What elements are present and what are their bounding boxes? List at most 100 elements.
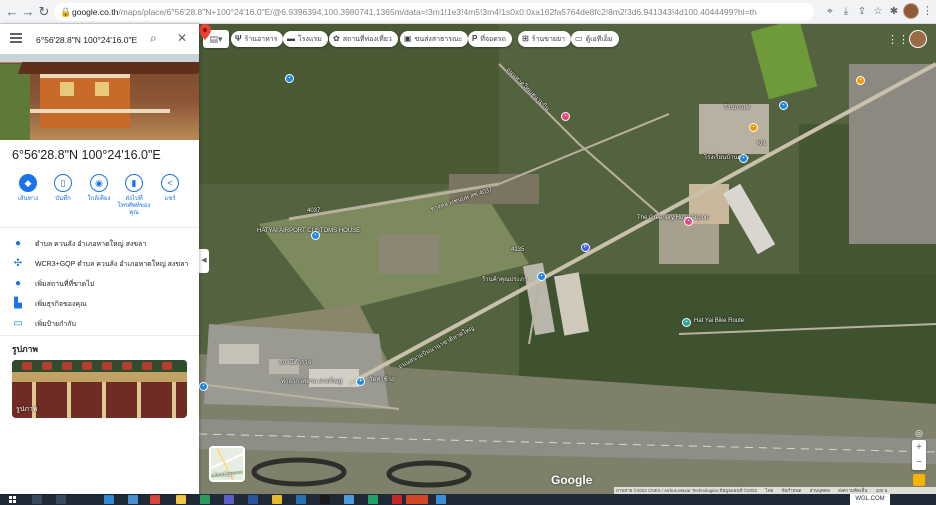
shop-poi-icon[interactable]: ▪ xyxy=(561,112,570,121)
airport-poi-icon[interactable]: ✈ xyxy=(356,377,365,386)
search-input[interactable] xyxy=(34,31,148,49)
word-icon[interactable] xyxy=(248,495,258,504)
selected-location-pin-icon[interactable] xyxy=(199,24,211,40)
search-taskbar-icon[interactable] xyxy=(32,495,42,504)
map-label-cafe[interactable]: ร้านกาแฟ xyxy=(724,102,750,112)
directions-button[interactable]: ◆ เส้นทาง xyxy=(10,174,46,203)
extensions-icon[interactable]: ✱ xyxy=(886,4,902,20)
scale-bar[interactable]: 100 ม. xyxy=(876,488,889,493)
account-avatar[interactable] xyxy=(909,30,927,48)
map-label-kn: KN xyxy=(757,141,766,147)
app-icon[interactable] xyxy=(296,495,306,504)
app-icon[interactable] xyxy=(272,495,282,504)
send-to-phone-button[interactable]: ▮ ส่งไปที่โทรศัพท์ของคุณ xyxy=(116,174,152,217)
save-button[interactable]: ▯ บันทึก xyxy=(45,174,81,203)
directions-icon: ◆ xyxy=(19,174,37,192)
footer-region[interactable]: ไทย xyxy=(765,488,773,493)
zoom-in-button[interactable]: + xyxy=(912,440,926,455)
poi-icon[interactable]: ▪ xyxy=(856,76,865,85)
hero-photo[interactable] xyxy=(0,54,199,140)
address-bar[interactable]: 🔒 google.co.th/maps/place/6°56'28.8"N+100… xyxy=(54,3,814,21)
zoom-controls: + − xyxy=(912,440,926,470)
poi-icon[interactable]: ▪ xyxy=(285,74,294,83)
footer-privacy[interactable]: ส่วนบุคคล xyxy=(810,488,830,493)
nearby-button[interactable]: ◉ ใกล้เคียง xyxy=(81,174,117,203)
send-to-phone-label: ส่งไปที่โทรศัพท์ของคุณ xyxy=(117,196,151,216)
task-view-icon[interactable] xyxy=(56,495,66,504)
app-icon[interactable] xyxy=(320,495,330,504)
plus-code-row[interactable]: ✣ WCR3+GQP ตำบล ควนลัง อำเภอหาดใหญ่ สงขล… xyxy=(0,255,199,275)
zoom-out-button[interactable]: − xyxy=(912,455,926,470)
address-row[interactable]: ● ตำบล ควนลัง อำเภอหาดใหญ่ สงขลา xyxy=(0,235,199,255)
poi-icon[interactable]: ▪ xyxy=(199,382,208,391)
search-icon[interactable]: ⌕ xyxy=(150,31,157,46)
collapse-panel-button[interactable]: ◀ xyxy=(199,249,209,273)
transit-icon: ▣ xyxy=(404,34,412,43)
chip-pharmacy[interactable]: ⊞ ร้านขายยา xyxy=(518,31,572,47)
chip-parking[interactable]: P ที่จอดรถ xyxy=(468,31,512,47)
map-label-station[interactable]: สถานีตำรวจ xyxy=(279,357,311,367)
parking-poi-icon[interactable]: P xyxy=(581,243,590,252)
chip-transit[interactable]: ▣ ขนส่งสาธารณะ xyxy=(400,31,469,47)
chip-hotels[interactable]: ▬ โรงแรม xyxy=(283,31,328,47)
pegman-icon[interactable] xyxy=(913,474,925,486)
add-business-text: เพิ่มธุรกิจของคุณ xyxy=(35,301,87,308)
install-icon[interactable]: ⤓ xyxy=(838,4,854,20)
powerpoint-icon[interactable] xyxy=(406,495,428,504)
map-label-temple[interactable]: วัดท่าช้าง xyxy=(369,374,394,384)
footer-terms[interactable]: ข้อกำหนด xyxy=(781,488,801,493)
bookmark-star-icon[interactable]: ☆ xyxy=(870,4,886,20)
map-poi-icon[interactable]: ▪ xyxy=(311,231,320,240)
map-label-shop[interactable]: ร้านค้าคุณประภา xyxy=(482,274,527,284)
url-host: google.co.th xyxy=(72,7,119,17)
phone-icon: ▮ xyxy=(125,174,143,192)
browser-menu-icon[interactable]: ⋮ xyxy=(922,4,933,17)
attraction-icon: ✿ xyxy=(333,34,340,43)
app-icon[interactable] xyxy=(224,495,234,504)
map-label-customs[interactable]: HATYAI AIRPORT CUSTOMS HOUSE xyxy=(257,228,360,234)
map-label-road-4037-b: 4037 xyxy=(307,208,321,214)
menu-icon[interactable] xyxy=(10,33,22,43)
app-icon[interactable] xyxy=(200,495,210,504)
hotel-poi-icon[interactable]: ▪ xyxy=(684,217,693,226)
folder-icon[interactable] xyxy=(176,495,186,504)
directions-label: เส้นทาง xyxy=(17,196,39,202)
app-icon[interactable] xyxy=(128,495,138,504)
map-label-hotel[interactable]: The Greenery Hotel Airport xyxy=(637,215,709,221)
map-label-bike-route[interactable]: Hat Yai Bike Route xyxy=(694,318,744,324)
search-box: ⌕ ✕ xyxy=(0,24,199,55)
reload-button[interactable]: ↻ xyxy=(34,2,54,22)
photo-thumbnail[interactable]: รูปภาพ xyxy=(12,360,187,418)
map-type-toggle[interactable]: ดาวเทียม xyxy=(209,446,245,482)
poi-icon[interactable]: ▪ xyxy=(779,101,788,110)
app-icon[interactable] xyxy=(344,495,354,504)
chip-restaurants[interactable]: Ψ ร้านอาหาร xyxy=(231,31,284,47)
map-label-airport[interactable]: ท่าอากาศยาน หาดใหญ่ xyxy=(281,376,342,386)
my-location-icon[interactable]: ◎ xyxy=(912,427,926,439)
add-place-text: เพิ่มสถานที่ที่ขาดไป xyxy=(35,281,95,288)
add-business-row[interactable]: ▙ เพิ่มธุรกิจของคุณ xyxy=(0,295,199,315)
app-icon[interactable] xyxy=(436,495,446,504)
chip-attractions[interactable]: ✿ สถานที่ท่องเที่ยว xyxy=(329,31,398,47)
chip-label: ตู้เอทีเอ็ม xyxy=(585,36,613,43)
map-canvas[interactable]: ▤▾ Ψ ร้านอาหาร ▬ โรงแรม ✿ สถานที่ท่องเที่ยว… xyxy=(199,24,936,494)
bike-poi-icon[interactable]: ▪ xyxy=(682,318,691,327)
url-path: /maps/place/6°56'28.8"N+100°24'16.0"E/@6… xyxy=(118,7,757,17)
windows-start-icon[interactable] xyxy=(9,496,17,503)
location-icon[interactable]: ⌖ xyxy=(822,4,838,20)
cafe-poi-icon[interactable]: ▪ xyxy=(749,123,758,132)
share-button[interactable]: < แชร์ xyxy=(152,174,188,203)
edge-icon[interactable] xyxy=(104,495,114,504)
browser-profile-avatar[interactable] xyxy=(903,3,919,19)
close-icon[interactable]: ✕ xyxy=(177,31,187,45)
chip-atm[interactable]: ▭ ตู้เอทีเอ็ม xyxy=(571,31,619,47)
chrome-icon[interactable] xyxy=(150,495,160,504)
school-poi-icon[interactable]: ▪ xyxy=(739,154,748,163)
app-icon[interactable] xyxy=(392,495,402,504)
add-label-row[interactable]: ▭ เพิ่มป้ายกำกับ xyxy=(0,315,199,335)
share-page-icon[interactable]: ⇪ xyxy=(854,4,870,20)
transit-poi-icon[interactable]: ▪ xyxy=(537,272,546,281)
add-place-row[interactable]: ● เพิ่มสถานที่ที่ขาดไป xyxy=(0,275,199,295)
footer-feedback[interactable]: ส่งความคิดเห็น xyxy=(838,488,868,493)
excel-icon[interactable] xyxy=(368,495,378,504)
